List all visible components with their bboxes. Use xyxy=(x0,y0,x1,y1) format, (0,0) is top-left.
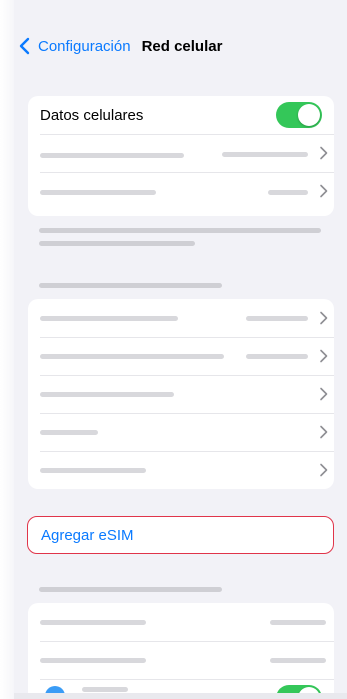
lines-group xyxy=(28,603,334,699)
list-item[interactable] xyxy=(28,172,334,210)
list-item[interactable] xyxy=(28,134,334,172)
chevron-right-icon xyxy=(320,463,328,477)
list-item[interactable] xyxy=(28,337,334,375)
chevron-left-icon xyxy=(19,37,30,55)
toggle-knob xyxy=(298,104,320,126)
settings-list-group xyxy=(28,299,334,489)
chevron-right-icon xyxy=(320,425,328,439)
cellular-data-label: Datos celulares xyxy=(40,106,144,124)
settings-screen: Configuración Red celular Datos celulare… xyxy=(14,0,347,699)
placeholder-text xyxy=(40,430,98,435)
chevron-right-icon xyxy=(320,146,328,160)
placeholder-text xyxy=(82,687,128,692)
back-button-label: Configuración xyxy=(38,37,131,55)
footer-placeholder xyxy=(39,228,321,233)
footer-placeholder xyxy=(39,241,195,246)
left-edge xyxy=(0,0,14,699)
list-item[interactable] xyxy=(28,413,334,451)
placeholder-text xyxy=(40,468,146,473)
list-item[interactable] xyxy=(28,451,334,489)
section-header-placeholder xyxy=(39,283,222,288)
placeholder-value xyxy=(246,316,308,321)
placeholder-text xyxy=(40,392,174,397)
placeholder-value xyxy=(268,190,308,195)
placeholder-text xyxy=(40,190,156,195)
placeholder-value xyxy=(270,658,326,663)
placeholder-text xyxy=(40,354,224,359)
add-esim-button[interactable]: Agregar eSIM xyxy=(27,516,334,554)
list-item[interactable] xyxy=(28,603,334,641)
list-item[interactable] xyxy=(28,375,334,413)
page-title: Red celular xyxy=(141,37,223,55)
add-esim-label: Agregar eSIM xyxy=(41,526,134,544)
placeholder-text xyxy=(40,620,146,625)
placeholder-text xyxy=(40,316,178,321)
list-item[interactable] xyxy=(28,641,334,679)
chevron-right-icon xyxy=(320,184,328,198)
placeholder-value xyxy=(222,152,308,157)
navigation-bar: Configuración Red celular xyxy=(14,32,347,60)
chevron-right-icon xyxy=(320,349,328,363)
section-header-placeholder xyxy=(39,587,222,592)
cellular-data-row[interactable]: Datos celulares xyxy=(28,96,334,134)
bottom-bar xyxy=(14,693,347,699)
placeholder-value xyxy=(246,354,308,359)
list-item[interactable] xyxy=(28,299,334,337)
back-button[interactable]: Configuración xyxy=(18,37,131,55)
cellular-data-toggle[interactable] xyxy=(276,102,322,128)
placeholder-text xyxy=(40,658,146,663)
chevron-right-icon xyxy=(320,387,328,401)
chevron-right-icon xyxy=(320,311,328,325)
placeholder-text xyxy=(40,153,184,158)
cellular-data-group: Datos celulares xyxy=(28,96,334,216)
placeholder-value xyxy=(270,620,326,625)
